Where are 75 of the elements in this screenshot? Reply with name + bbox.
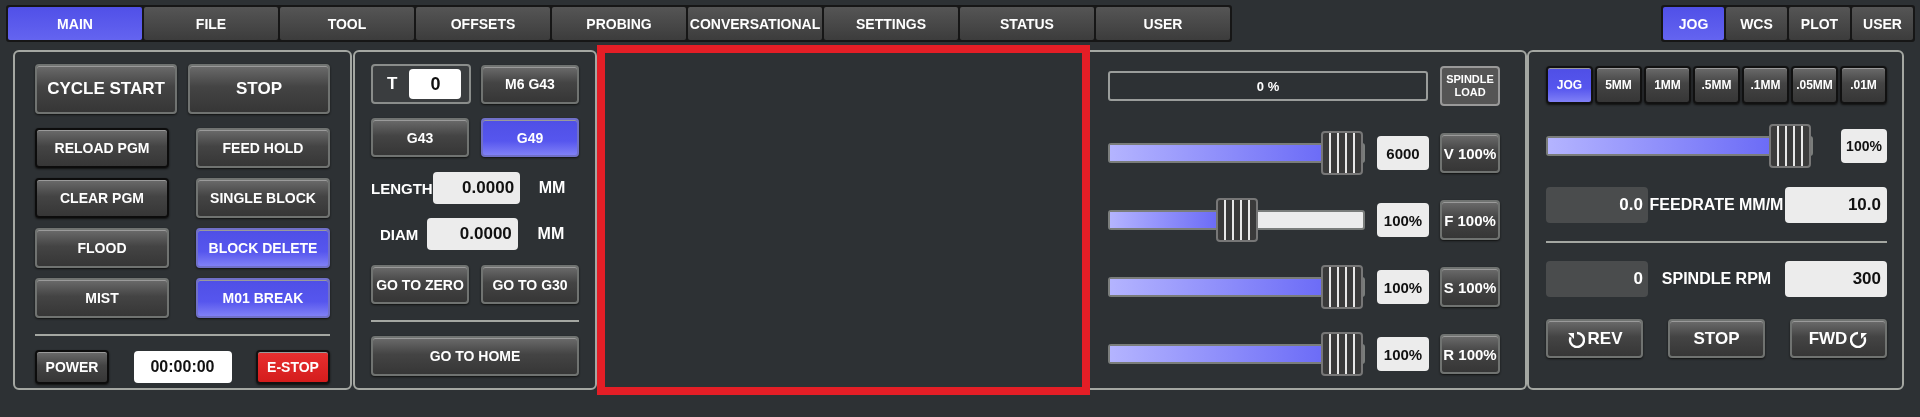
slider-handle[interactable] [1321, 332, 1363, 376]
counterclockwise-arrow-icon [1566, 329, 1585, 348]
slider-handle[interactable] [1769, 124, 1811, 168]
tab[interactable]: USER [1852, 7, 1913, 40]
setpoint-field[interactable]: 300 [1785, 261, 1887, 297]
move-button[interactable]: GO TO ZERO [371, 265, 469, 304]
increment-button[interactable]: .01M [1840, 66, 1887, 104]
move-button[interactable]: GO TO G30 [481, 265, 579, 304]
slider-handle[interactable] [1215, 198, 1258, 242]
tool-number-field[interactable]: T 0 [371, 64, 471, 104]
spindle-rpm-label: SPINDLE RPM [1660, 270, 1773, 288]
value-field[interactable]: 0.0000 [427, 218, 518, 250]
power-button[interactable]: POWER [35, 350, 109, 384]
tab[interactable]: USER [1096, 7, 1230, 40]
increment-button[interactable]: JOG [1546, 66, 1593, 104]
feedrate-label: FEEDRATE MM/M [1648, 196, 1785, 214]
override-button[interactable]: S 100% [1440, 267, 1500, 307]
toggle-button[interactable]: FLOOD [35, 228, 169, 268]
slider-handle[interactable] [1321, 131, 1363, 175]
override-value: 100% [1377, 337, 1429, 371]
spindle-stop-button[interactable]: STOP [1668, 319, 1765, 358]
clockwise-arrow-icon [1850, 329, 1869, 348]
tab[interactable]: SETTINGS [824, 7, 958, 40]
tool-change-button[interactable]: M6 G43 [481, 64, 579, 104]
rate-reading: 100% [1841, 129, 1887, 163]
spindle-reverse-button[interactable]: REV [1546, 319, 1643, 358]
run-timer: 00:00:00 [133, 351, 232, 383]
increment-button[interactable]: .1MM [1742, 66, 1789, 104]
unit-label: MM [536, 225, 566, 243]
tab[interactable]: OFFSETS [416, 7, 550, 40]
increment-button[interactable]: .5MM [1693, 66, 1740, 104]
increment-button[interactable]: 5MM [1595, 66, 1642, 104]
toggle-button[interactable]: BLOCK DELETE [196, 228, 330, 268]
override-button[interactable]: F 100% [1440, 200, 1500, 240]
setpoint-field[interactable]: 10.0 [1785, 187, 1887, 223]
tool-number: 0 [409, 69, 462, 99]
toggle-button[interactable]: SINGLE BLOCK [196, 178, 330, 218]
increment-button[interactable]: 1MM [1644, 66, 1691, 104]
machine-button[interactable]: CYCLE START [35, 64, 177, 114]
machine-button[interactable]: STOP [188, 64, 330, 114]
toggle-button[interactable]: MIST [35, 278, 169, 318]
load-reading: 0 % [1256, 78, 1280, 94]
toggle-button[interactable]: RELOAD PGM [35, 128, 169, 168]
override-value: 100% [1377, 203, 1429, 237]
estop-button[interactable]: E-STOP [256, 350, 330, 384]
increment-button[interactable]: .05MM [1791, 66, 1838, 104]
tab[interactable]: PROBING [552, 7, 686, 40]
tab[interactable]: WCS [1726, 7, 1787, 40]
field-label: DIAM [378, 225, 420, 243]
offset-mode-button[interactable]: G43 [371, 118, 469, 157]
toggle-button[interactable]: CLEAR PGM [35, 178, 169, 218]
home-button[interactable]: GO TO HOME [371, 336, 579, 376]
toggle-button[interactable]: M01 BREAK [196, 278, 330, 318]
override-value: 6000 [1377, 136, 1429, 170]
spindle-load-button[interactable]: SPINDLE LOAD [1440, 66, 1500, 106]
tab[interactable]: PLOT [1789, 7, 1850, 40]
override-value: 100% [1377, 270, 1429, 304]
spindle-forward-button[interactable]: FWD [1790, 319, 1887, 358]
toggle-button[interactable]: FEED HOLD [196, 128, 330, 168]
tab[interactable]: CONVERSATIONAL [688, 7, 822, 40]
override-button[interactable]: R 100% [1440, 334, 1500, 374]
tab[interactable]: MAIN [8, 7, 142, 40]
slider-handle[interactable] [1321, 265, 1363, 309]
tab[interactable]: TOOL [280, 7, 414, 40]
unit-label: MM [537, 179, 567, 197]
tab[interactable]: STATUS [960, 7, 1094, 40]
tool-label: T [387, 74, 398, 94]
value-field[interactable]: 0.0000 [432, 172, 521, 204]
current-value: 0.0 [1546, 187, 1648, 223]
offset-mode-button[interactable]: G49 [481, 118, 579, 157]
override-button[interactable]: V 100% [1440, 133, 1500, 173]
field-label: LENGTH [371, 179, 433, 197]
current-value: 0 [1546, 261, 1648, 297]
tab[interactable]: FILE [144, 7, 278, 40]
tab[interactable]: JOG [1663, 7, 1724, 40]
